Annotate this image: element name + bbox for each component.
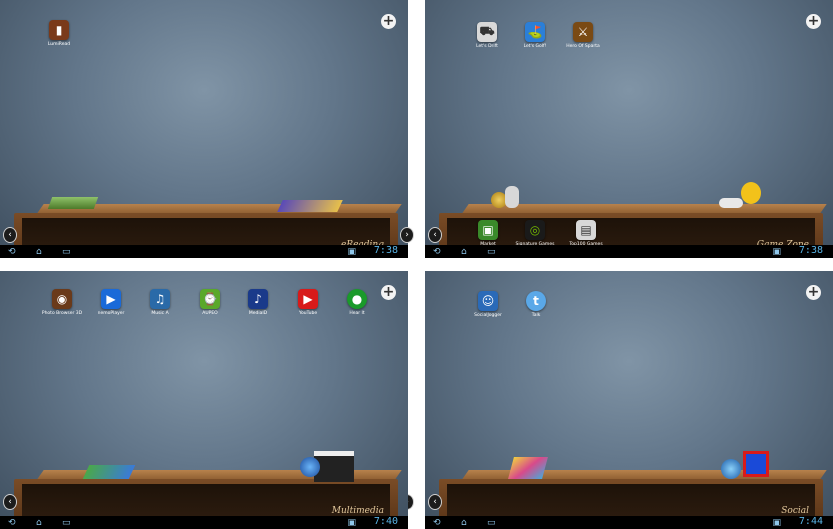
talk-bubble-icon: t	[526, 291, 546, 311]
music-photos-decoration-icon	[82, 465, 136, 479]
golf-icon: ⛳	[525, 22, 545, 42]
youtube-icon: ▶	[298, 289, 318, 309]
recent-apps-icon[interactable]: ▭	[487, 518, 496, 528]
back-icon[interactable]: ⟲	[8, 247, 16, 257]
notification-icon: ▣	[772, 247, 781, 257]
duck-gamepad-decoration-icon	[719, 182, 769, 212]
robot-toy-decoration-icon	[491, 186, 521, 212]
app-hero-of-sparta[interactable]: ⚔ Hero Of Sparta	[561, 22, 605, 49]
app-nemoplayer[interactable]: ▶ nemoPlayer	[89, 289, 133, 316]
back-icon[interactable]: ⟲	[8, 518, 16, 528]
app-lets-drift[interactable]: ⛟ Let's Drift	[465, 22, 509, 49]
home-icon[interactable]: ⌂	[461, 247, 467, 257]
app-label: Music A	[151, 311, 169, 316]
panel-game-zone: ⛟ Let's Drift ⛳ Let's Golf! ⚔ Hero Of Sp…	[425, 0, 833, 258]
scroll-left-button[interactable]: ‹	[3, 494, 17, 510]
play-icon: ▶	[101, 289, 121, 309]
app-youtube[interactable]: ▶ YouTube	[286, 289, 330, 316]
scroll-left-button[interactable]: ‹	[3, 227, 17, 243]
back-icon[interactable]: ⟲	[433, 518, 441, 528]
app-music-a[interactable]: ♫ Music A	[138, 289, 182, 316]
top100-icon: ▤	[576, 220, 596, 240]
panel-ereading: ▮ LumiRead + eReading ‹ ⟲ ⌂ ▭ ▣ 7:38	[0, 0, 408, 258]
back-icon[interactable]: ⟲	[433, 247, 441, 257]
add-widget-icon[interactable]: +	[381, 285, 396, 300]
app-label: SocialJogger	[474, 313, 502, 318]
status-bar: ⟲ ⌂ ▭ ▣ 7:40	[0, 516, 408, 529]
home-icon[interactable]: ⌂	[36, 518, 42, 528]
shelf-app-signature-games[interactable]: ◎ Signature Games	[513, 220, 557, 247]
app-lumiread[interactable]: ▮ LumiRead	[37, 20, 81, 47]
panel-social: ☺ SocialJogger t Talk + Social ‹ ⟲ ⌂ ▭ ▣…	[425, 271, 833, 529]
app-lets-golf[interactable]: ⛳ Let's Golf!	[513, 22, 557, 49]
aupeo-icon: ⌚	[200, 289, 220, 309]
recent-apps-icon[interactable]: ▭	[62, 247, 71, 257]
app-label: Let's Golf!	[523, 44, 547, 49]
notification-icon: ▣	[347, 518, 356, 528]
book-decoration-icon	[47, 197, 99, 209]
shelf-label: Multimedia	[331, 506, 384, 516]
panel-multimedia: ◉ Photo Browser 3D ▶ nemoPlayer ♫ Music …	[0, 271, 408, 529]
app-label: Talk	[531, 313, 541, 318]
add-widget-icon[interactable]: +	[806, 14, 821, 29]
app-photo-browser-3d[interactable]: ◉ Photo Browser 3D	[40, 289, 84, 316]
app-label: AUPEO	[202, 311, 218, 316]
shelf-label: Social	[781, 506, 809, 516]
social-jogger-icon: ☺	[478, 291, 498, 311]
magazines-decoration-icon	[277, 200, 343, 212]
clock: 7:40	[373, 516, 398, 527]
app-label: Hero Of Sparta	[566, 44, 600, 49]
app-label: Let's Drift	[476, 44, 498, 49]
app-label: LumiRead	[47, 42, 71, 47]
app-label: Hear It	[349, 311, 365, 316]
hear-it-icon: ●	[347, 289, 367, 309]
app-label: YouTube	[298, 311, 318, 316]
add-widget-icon[interactable]: +	[806, 285, 821, 300]
books-icon: ▮	[49, 20, 69, 40]
app-label: nemoPlayer	[97, 311, 125, 316]
recent-apps-icon[interactable]: ▭	[62, 518, 71, 528]
scroll-left-button[interactable]: ‹	[428, 227, 442, 243]
music-note-icon: ♫	[150, 289, 170, 309]
photo-stack-decoration-icon	[508, 457, 548, 479]
app-socialjogger[interactable]: ☺ SocialJogger	[466, 291, 510, 318]
clock: 7:38	[798, 245, 823, 256]
home-icon[interactable]: ⌂	[461, 518, 467, 528]
status-bar: ⟲ ⌂ ▭ ▣ 7:44	[425, 516, 833, 529]
shelf-app-top100-games[interactable]: ▤ Top100 Games	[564, 220, 608, 247]
warrior-icon: ⚔	[573, 22, 593, 42]
app-talk[interactable]: t Talk	[514, 291, 558, 318]
scroll-left-button[interactable]: ‹	[428, 494, 442, 510]
clock: 7:38	[373, 245, 398, 256]
clapperboard-decoration-icon	[296, 447, 358, 482]
app-aupeo[interactable]: ⌚ AUPEO	[188, 289, 232, 316]
photo-icon: ◉	[52, 289, 72, 309]
app-label: Photo Browser 3D	[41, 311, 83, 316]
scroll-right-button[interactable]: ›	[400, 227, 414, 243]
home-icon[interactable]: ⌂	[36, 247, 42, 257]
status-bar: ⟲ ⌂ ▭ ▣ 7:38	[0, 245, 408, 258]
notification-icon: ▣	[772, 518, 781, 528]
status-bar: ⟲ ⌂ ▭ ▣ 7:38	[425, 245, 833, 258]
car-icon: ⛟	[477, 22, 497, 42]
globe-gift-decoration-icon	[721, 449, 775, 479]
nvidia-eye-icon: ◎	[525, 220, 545, 240]
market-bag-icon: ▣	[478, 220, 498, 240]
recent-apps-icon[interactable]: ▭	[487, 247, 496, 257]
app-label: MediaID	[248, 311, 268, 316]
app-mediaid[interactable]: ♪ MediaID	[236, 289, 280, 316]
app-hear-it[interactable]: ● Hear It	[335, 289, 379, 316]
clock: 7:44	[798, 516, 823, 527]
mediaid-icon: ♪	[248, 289, 268, 309]
notification-icon: ▣	[347, 247, 356, 257]
add-widget-icon[interactable]: +	[381, 14, 396, 29]
shelf-app-market[interactable]: ▣ Market	[466, 220, 510, 247]
